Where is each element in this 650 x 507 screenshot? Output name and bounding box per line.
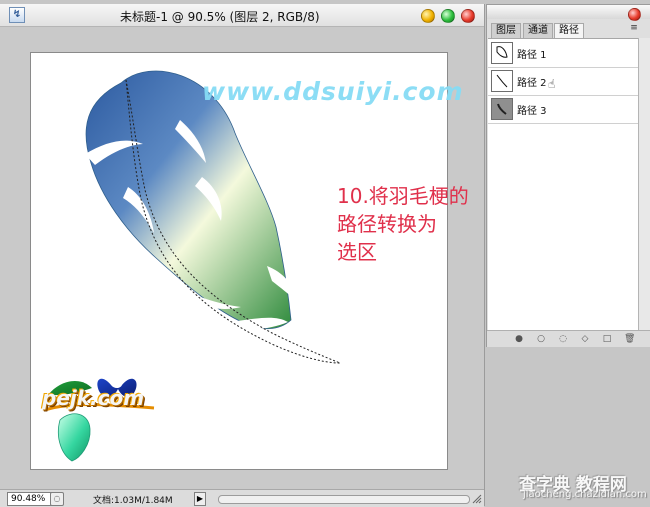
stroke-path-icon[interactable]: ○ — [536, 334, 546, 344]
path-item-3[interactable]: 路径 3 — [488, 95, 638, 124]
jade-cicada-icon — [57, 413, 91, 462]
panel-footer: ● ○ ◌ ◇ □ 🗑 — [487, 330, 650, 347]
path-thumbnail-3 — [491, 98, 513, 120]
stem-line-icon — [496, 74, 508, 88]
load-selection-icon[interactable]: ◌ — [558, 334, 568, 344]
document-title: 未标题-1 @ 90.5% (图层 2, RGB/8) — [120, 10, 320, 24]
panel-close-button[interactable] — [628, 8, 641, 21]
paths-list: 路径 1 路径 2 路径 3 — [488, 38, 638, 331]
resize-grip-icon[interactable] — [472, 492, 482, 504]
new-path-icon[interactable]: □ — [602, 334, 612, 344]
info-icon[interactable]: ◌ — [50, 492, 64, 506]
site-stamp-sub: jiaocheng.chazidian.com — [523, 489, 647, 500]
path-thumbnail-2 — [491, 70, 513, 92]
feather-shape — [85, 70, 292, 330]
paths-panel: 图层 通道 路径 ≡ 路径 1 路径 2 路径 3 ● ○ ◌ ◇ □ 🗑 — [486, 4, 650, 347]
maximize-button[interactable] — [441, 9, 455, 23]
make-work-path-icon[interactable]: ◇ — [580, 334, 590, 344]
tab-layers[interactable]: 图层 — [491, 23, 521, 38]
path-item-2[interactable]: 路径 2 — [488, 67, 638, 96]
panel-titlebar[interactable] — [487, 5, 650, 21]
annotation-line-2: 选区 — [337, 240, 377, 264]
canvas-watermark: www.ddsuiyi.com — [202, 77, 464, 106]
path-label-3: 路径 3 — [517, 106, 547, 117]
document-window: ↯ 未标题-1 @ 90.5% (图层 2, RGB/8) www.ddsuiy… — [0, 4, 487, 507]
zoom-input[interactable]: 90.48% — [7, 492, 52, 506]
tutorial-annotation: 10.将羽毛梗的路径转换为 选区 — [337, 182, 487, 266]
fill-path-icon[interactable]: ● — [514, 334, 524, 344]
hand-cursor-icon: ☝ — [548, 77, 556, 91]
minimize-button[interactable] — [421, 9, 435, 23]
horizontal-scrollbar[interactable] — [218, 495, 470, 504]
tab-channels[interactable]: 通道 — [523, 23, 553, 38]
annotation-line-1: 10.将羽毛梗的路径转换为 — [337, 184, 469, 236]
panel-vertical-scrollbar[interactable] — [638, 38, 650, 330]
site-stamp: 查字典 教程网 jiaocheng.chazidian.com — [519, 470, 647, 504]
close-button[interactable] — [461, 9, 475, 23]
status-menu-arrow[interactable]: ▶ — [194, 492, 206, 506]
photoshop-document-icon: ↯ — [9, 7, 25, 23]
feather-outline-icon — [496, 46, 508, 58]
logo-text: pejk.com — [42, 386, 145, 410]
delete-path-icon[interactable]: 🗑 — [624, 334, 635, 344]
document-size-text: 文档:1.03M/1.84M — [93, 496, 173, 506]
dark-stroke-icon — [497, 103, 507, 115]
path-label-1: 路径 1 — [517, 50, 547, 61]
document-titlebar[interactable]: ↯ 未标题-1 @ 90.5% (图层 2, RGB/8) — [0, 4, 484, 27]
document-status-bar: 90.48% ◌ 文档:1.03M/1.84M ▶ — [0, 489, 484, 507]
path-thumbnail-1 — [491, 42, 513, 64]
panel-menu-icon[interactable]: ≡ — [624, 23, 644, 35]
tab-paths[interactable]: 路径 — [554, 23, 584, 39]
path-item-1[interactable]: 路径 1 — [488, 39, 638, 68]
path-label-2: 路径 2 — [517, 78, 547, 89]
